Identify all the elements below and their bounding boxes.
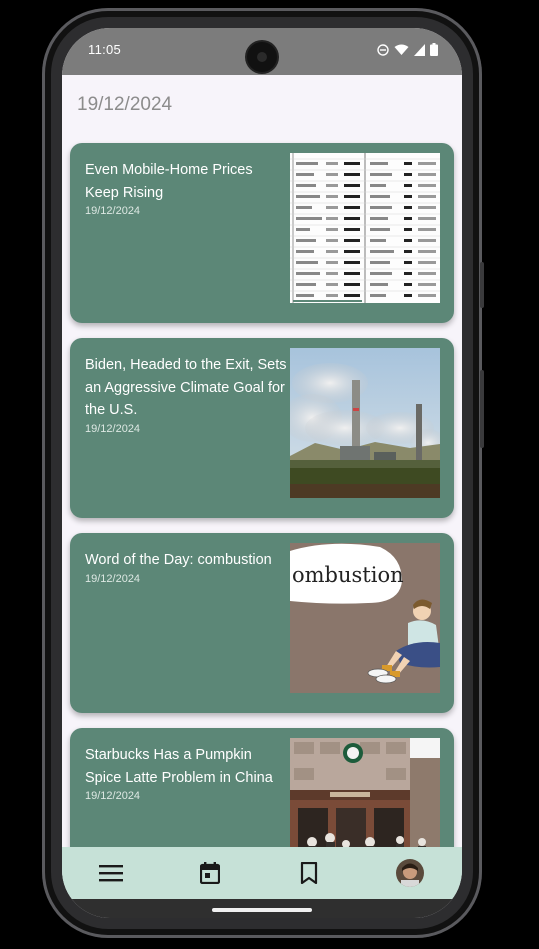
battery-icon xyxy=(430,43,438,56)
article-title-block: Biden, Headed to the Exit, Sets an Aggre… xyxy=(85,354,290,436)
do-not-disturb-icon xyxy=(377,43,389,56)
article-card[interactable]: Even Mobile-Home Prices Keep Rising 19/1… xyxy=(70,143,454,323)
article-card[interactable]: Word of the Day: combustion 19/12/2024 o… xyxy=(70,533,454,713)
article-date: 19/12/2024 xyxy=(85,205,141,217)
calendar-icon[interactable] xyxy=(196,859,224,887)
front-camera xyxy=(247,42,277,72)
bottom-navigation xyxy=(62,847,462,899)
power-button xyxy=(480,370,484,448)
signal-icon xyxy=(414,43,425,56)
article-title: Even Mobile-Home Prices Keep Rising xyxy=(85,162,253,201)
volume-button xyxy=(480,262,484,308)
article-card[interactable]: Starbucks Has a Pumpkin Spice Latte Prob… xyxy=(70,728,454,847)
wifi-icon xyxy=(394,44,409,55)
feed-content[interactable]: 19/12/2024 Even Mobile-Home Prices Keep … xyxy=(62,75,462,847)
article-title: Biden, Headed to the Exit, Sets an Aggre… xyxy=(85,357,287,418)
status-bar: 11:05 xyxy=(62,28,462,75)
word-of-day-image-text: ombustion xyxy=(292,563,404,587)
status-time: 11:05 xyxy=(88,42,122,57)
article-title-block: Starbucks Has a Pumpkin Spice Latte Prob… xyxy=(85,744,290,803)
bookmark-icon[interactable] xyxy=(295,859,323,887)
article-card[interactable]: Biden, Headed to the Exit, Sets an Aggre… xyxy=(70,338,454,518)
article-date: 19/12/2024 xyxy=(85,572,141,585)
phone-screen: 11:05 19/12/2024 Even Mobile-Home Prices… xyxy=(62,28,462,918)
profile-avatar[interactable] xyxy=(396,859,424,887)
article-title: Word of the Day: combustion xyxy=(85,552,272,568)
article-date: 19/12/2024 xyxy=(85,790,141,802)
smokestack-image xyxy=(290,348,440,498)
storefront-image xyxy=(290,738,440,847)
word-of-day-image: ombustion xyxy=(290,543,440,693)
article-title: Starbucks Has a Pumpkin Spice Latte Prob… xyxy=(85,747,273,786)
article-title-block: Word of the Day: combustion 19/12/2024 xyxy=(85,549,290,586)
article-title-block: Even Mobile-Home Prices Keep Rising 19/1… xyxy=(85,159,290,218)
article-date: 19/12/2024 xyxy=(85,422,141,435)
home-indicator[interactable] xyxy=(212,908,312,912)
price-table-image xyxy=(290,153,440,303)
feed-date-header: 19/12/2024 xyxy=(77,94,173,115)
status-icons xyxy=(377,43,438,56)
menu-icon[interactable] xyxy=(97,859,125,887)
